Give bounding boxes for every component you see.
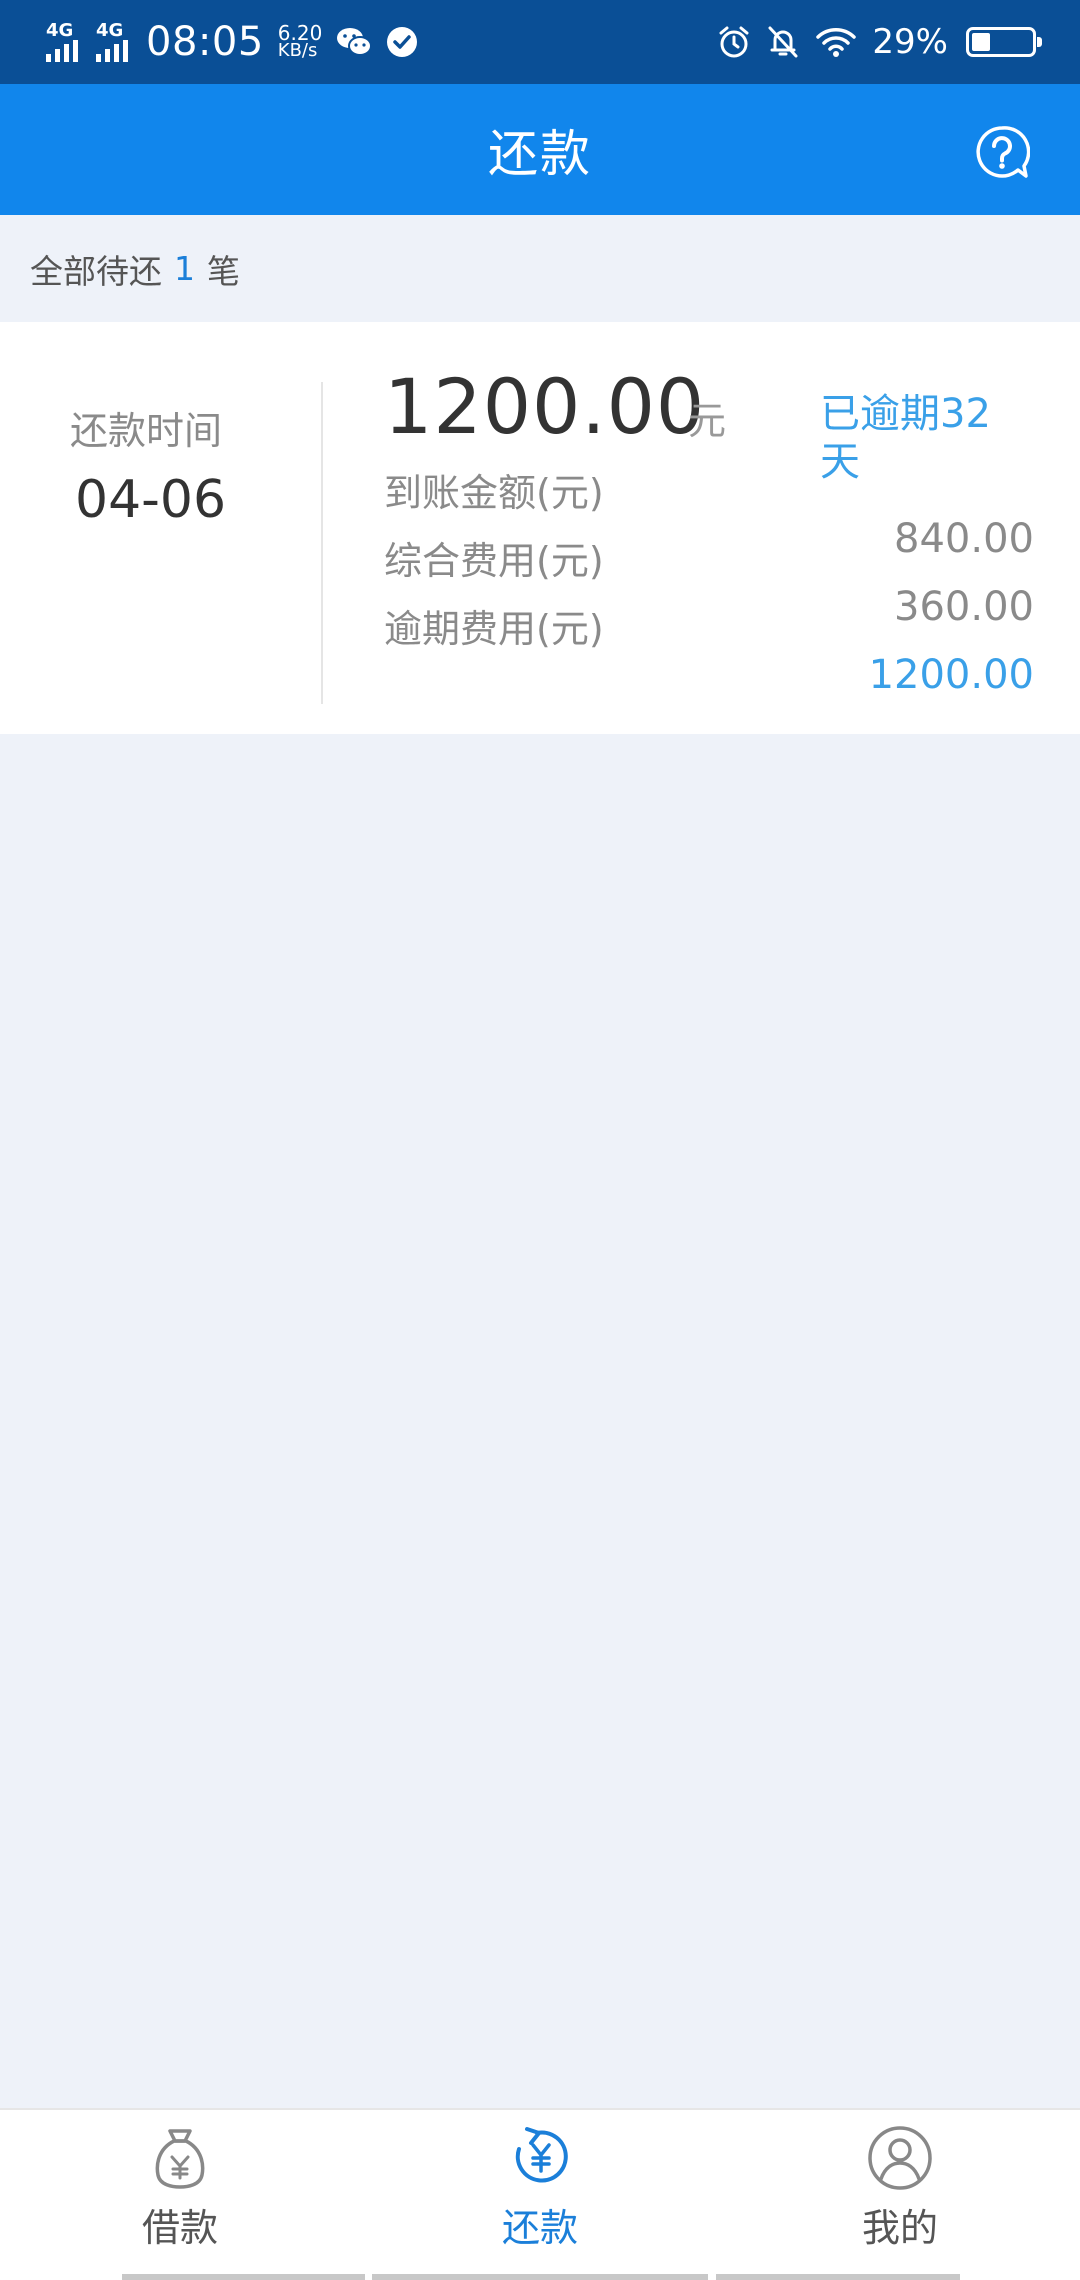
service-fee-value: 360.00: [894, 584, 1034, 630]
battery-percent: 29%: [872, 22, 948, 62]
nav-item-loan[interactable]: 借款: [80, 2110, 280, 2270]
due-label: 还款时间: [70, 409, 223, 453]
user-icon: [868, 2126, 932, 2190]
pending-count: 1: [174, 249, 195, 288]
network-type-1: 4G: [46, 20, 74, 41]
received-amount-value: 840.00: [894, 516, 1034, 562]
due-date: 04-06: [75, 470, 227, 530]
service-fee-label: 综合费用(元): [384, 539, 604, 583]
nav-item-mine[interactable]: 我的: [800, 2110, 1000, 2270]
app-header: 还款: [0, 84, 1080, 215]
pending-summary: 全部待还 1 笔: [0, 215, 1080, 322]
summary-prefix: 全部待还: [30, 251, 162, 291]
signal-icon-2: 4G: [96, 22, 128, 62]
battery-icon: [966, 27, 1042, 57]
nav-item-repay[interactable]: 还款: [440, 2110, 640, 2270]
repayment-card[interactable]: 还款时间 04-06 1200.00 元 已逾期32天 到账金额(元) 综合费用…: [0, 322, 1080, 734]
overdue-status: 已逾期32天: [820, 391, 991, 485]
overdue-fee-value: 1200.00: [868, 652, 1034, 698]
amount-unit: 元: [688, 399, 727, 443]
network-type-2: 4G: [96, 20, 124, 41]
status-right: 29%: [716, 22, 1042, 62]
money-bag-icon: [155, 2129, 205, 2189]
wifi-icon: [814, 25, 858, 59]
overdue-fee-label: 逾期费用(元): [384, 607, 604, 651]
nav-label-loan: 借款: [141, 2206, 218, 2250]
mute-bell-icon: [766, 24, 800, 60]
summary-suffix: 笔: [207, 251, 240, 291]
network-speed: 6.20 KB/s: [277, 23, 323, 61]
card-divider: [321, 382, 323, 704]
wechat-icon: [336, 26, 373, 58]
nav-label-mine: 我的: [861, 2206, 938, 2250]
speed-unit: KB/s: [277, 40, 318, 61]
status-bar: 4G 4G 08:05 6.20 KB/s 29%: [0, 0, 1080, 84]
nav-label-repay: 还款: [501, 2206, 578, 2250]
signal-icon: 4G: [46, 22, 78, 62]
page-title: 还款: [488, 124, 592, 183]
help-button[interactable]: [974, 124, 1030, 180]
clock: 08:05: [146, 19, 264, 65]
nav-indicator-2: [372, 2274, 708, 2280]
repay-yuan-icon: [515, 2127, 568, 2183]
received-amount-label: 到账金额(元): [384, 471, 604, 515]
status-left: 4G 4G 08:05 6.20 KB/s: [46, 19, 418, 65]
check-circle-icon: [386, 26, 418, 58]
repay-amount: 1200.00: [384, 362, 706, 451]
help-question-icon: [976, 126, 1030, 178]
nav-indicator-1: [122, 2274, 365, 2280]
bottom-nav: 借款 还款 我的: [0, 2108, 1080, 2280]
nav-indicator-3: [716, 2274, 960, 2280]
alarm-icon: [716, 24, 752, 60]
